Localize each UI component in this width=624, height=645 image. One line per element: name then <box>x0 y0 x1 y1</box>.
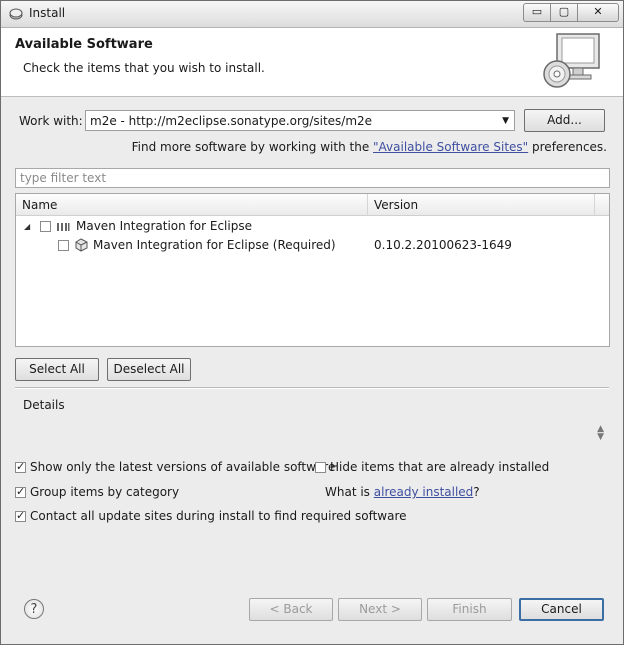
contact-sites-option[interactable]: Contact all update sites during install … <box>15 509 407 523</box>
separator <box>15 387 609 389</box>
find-more-suffix: preferences. <box>528 140 607 154</box>
available-software-sites-link[interactable]: "Available Software Sites" <box>373 140 528 154</box>
minimize-button[interactable]: ▭ <box>523 3 550 22</box>
work-with-label: Work with: <box>19 114 83 128</box>
scroll-arrows-icon[interactable]: ▲ ▼ <box>597 425 604 442</box>
what-is-prefix: What is <box>325 485 374 499</box>
feature-version: 0.10.2.20100623-1649 <box>374 238 512 252</box>
close-icon: ✕ <box>593 5 603 18</box>
page-title: Available Software <box>15 37 153 52</box>
hide-installed-checkbox[interactable] <box>315 461 326 473</box>
hide-installed-option[interactable]: Hide items that are already installed <box>315 460 549 474</box>
hide-installed-label: Hide items that are already installed <box>330 460 550 474</box>
show-latest-label: Show only the latest versions of availab… <box>30 460 336 474</box>
column-name-header[interactable]: Name <box>22 198 57 212</box>
group-by-category-checkbox[interactable] <box>15 485 26 498</box>
filter-field[interactable] <box>15 168 610 188</box>
category-icon <box>57 223 70 231</box>
show-latest-checkbox[interactable] <box>15 460 26 473</box>
select-all-button[interactable]: Select All <box>15 358 99 381</box>
finish-button[interactable]: Finish <box>427 598 512 621</box>
maximize-button[interactable]: ▢ <box>550 3 577 22</box>
column-divider[interactable] <box>594 194 595 215</box>
work-with-value: m2e - http://m2eclipse.sonatype.org/site… <box>90 114 373 128</box>
category-name: Maven Integration for Eclipse <box>76 219 252 233</box>
help-button[interactable]: ? <box>24 599 44 619</box>
contact-sites-checkbox[interactable] <box>15 509 26 522</box>
column-version-header[interactable]: Version <box>374 198 418 212</box>
group-by-category-label: Group items by category <box>30 485 180 499</box>
page-description: Check the items that you wish to install… <box>23 61 265 75</box>
tree-row-feature[interactable]: Maven Integration for Eclipse (Required)… <box>16 236 609 255</box>
add-button[interactable]: Add... <box>524 109 605 132</box>
window-title: Install <box>29 6 66 20</box>
what-is-suffix: ? <box>473 485 480 499</box>
tree-header: Name Version <box>16 194 609 216</box>
minimize-icon: ▭ <box>531 5 543 18</box>
tree-row-category[interactable]: ◢ Maven Integration for Eclipse <box>16 217 609 236</box>
chevron-down-icon[interactable]: ▼ <box>502 116 509 126</box>
wizard-banner: Available Software Check the items that … <box>1 28 623 97</box>
find-more-prefix: Find more software by working with the <box>131 140 374 154</box>
install-software-icon <box>543 33 600 88</box>
what-is-installed-text: What is already installed? <box>325 485 480 499</box>
title-bar[interactable]: Install ▭ ▢ ✕ <box>1 1 623 28</box>
deselect-all-button[interactable]: Deselect All <box>107 358 191 381</box>
already-installed-link[interactable]: already installed <box>374 485 474 499</box>
contact-sites-label: Contact all update sites during install … <box>30 509 407 523</box>
install-dialog: Install ▭ ▢ ✕ Available Software Check t… <box>0 0 624 645</box>
find-more-text: Find more software by working with the "… <box>132 140 607 154</box>
expand-toggle-icon[interactable]: ◢ <box>24 222 30 231</box>
column-divider[interactable] <box>367 194 368 215</box>
group-by-category-option[interactable]: Group items by category <box>15 485 179 499</box>
window-controls: ▭ ▢ ✕ <box>523 3 619 22</box>
maximize-icon: ▢ <box>558 5 570 18</box>
details-area[interactable]: ▲ ▼ <box>15 409 610 453</box>
next-button[interactable]: Next > <box>338 598 422 621</box>
filter-input[interactable] <box>16 169 609 187</box>
install-icon <box>9 8 23 20</box>
back-button[interactable]: < Back <box>249 598 333 621</box>
software-tree[interactable]: Name Version ◢ Maven Integration for Ecl… <box>15 193 610 347</box>
category-checkbox[interactable] <box>40 221 51 232</box>
feature-name: Maven Integration for Eclipse (Required) <box>93 238 336 252</box>
feature-checkbox[interactable] <box>58 240 69 251</box>
work-with-combo[interactable]: m2e - http://m2eclipse.sonatype.org/site… <box>85 110 515 131</box>
cancel-button[interactable]: Cancel <box>519 598 604 621</box>
close-button[interactable]: ✕ <box>577 3 619 22</box>
show-latest-option[interactable]: Show only the latest versions of availab… <box>15 460 335 474</box>
feature-plugin-icon <box>75 238 88 252</box>
help-icon: ? <box>30 602 38 617</box>
